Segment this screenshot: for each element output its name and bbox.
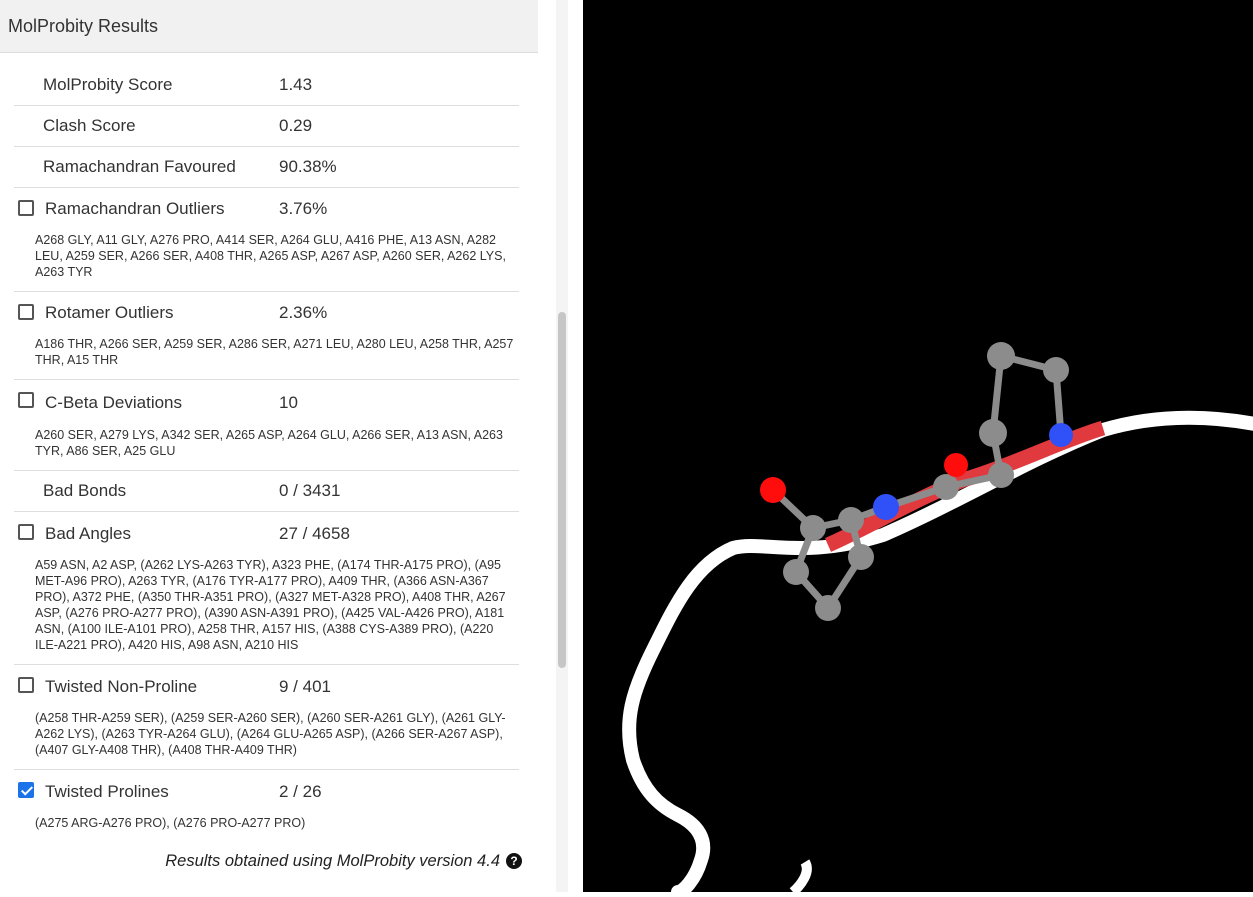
molecule-canvas[interactable] [583,0,1253,897]
ramachandran-outliers-checkbox[interactable] [18,200,34,216]
structure-viewer[interactable] [583,0,1253,897]
row-value: 0 / 3431 [279,481,341,500]
row-c-beta-deviations: C-Beta Deviations 10 A260 SER, A279 LYS,… [14,380,519,471]
row-ramachandran-favoured: Ramachandran Favoured 90.38% [14,147,519,188]
row-bad-angles: Bad Angles 27 / 4658 A59 ASN, A2 ASP, (A… [14,512,519,665]
rotamer-outliers-checkbox[interactable] [18,304,34,320]
row-ramachandran-outliers: Ramachandran Outliers 3.76% A268 GLY, A1… [14,188,519,292]
row-label[interactable]: Rotamer Outliers [14,303,279,323]
row-detail: A59 ASN, A2 ASP, (A262 LYS-A263 TYR), A3… [35,558,506,652]
bonds [769,352,1065,612]
row-value: 2.36% [279,303,328,322]
row-bad-bonds: Bad Bonds 0 / 3431 [14,471,519,512]
row-label: Ramachandran Favoured [43,157,236,176]
row-detail: (A258 THR-A259 SER), (A259 SER-A260 SER)… [35,711,506,757]
question-circle-icon[interactable]: ? [506,853,522,869]
row-label: MolProbity Score [43,74,173,94]
row-value: 2 / 26 [279,781,322,801]
row-value: 1.43 [279,74,313,94]
row-label[interactable]: C-Beta Deviations [14,393,279,413]
row-detail: (A275 ARG-A276 PRO), (A276 PRO-A277 PRO) [35,816,306,830]
row-rotamer-outliers: Rotamer Outliers 2.36% A186 THR, A266 SE… [14,292,519,380]
twisted-non-proline-checkbox[interactable] [18,677,34,693]
row-label[interactable]: Ramachandran Outliers [14,199,279,219]
row-molprobity-score: MolProbity Score 1.43 [14,64,519,106]
row-twisted-non-proline: Twisted Non-Proline 9 / 401 (A258 THR-A2… [14,665,519,770]
row-detail: A260 SER, A279 LYS, A342 SER, A265 ASP, … [35,428,503,458]
row-value: 3.76% [279,199,328,218]
twisted-prolines-checkbox[interactable] [18,782,34,798]
row-label: Clash Score [43,116,136,135]
version-footer: Results obtained using MolProbity versio… [0,852,522,871]
panel-header: MolProbity Results [0,0,538,53]
molprobity-panel: MolProbity Results MolProbity Score 1.43… [0,0,538,892]
row-label[interactable]: Twisted Non-Proline [14,677,279,697]
row-label[interactable]: Twisted Prolines [14,782,279,802]
panel-title: MolProbity Results [8,15,159,36]
row-value: 27 / 4658 [279,523,350,543]
row-label: Bad Bonds [43,481,127,500]
bad-angles-checkbox[interactable] [18,524,34,540]
row-detail: A268 GLY, A11 GLY, A276 PRO, A414 SER, A… [35,233,506,279]
row-value: 9 / 401 [279,676,331,696]
row-value: 90.38% [279,157,337,176]
results-list: MolProbity Score 1.43 Clash Score 0.29 R… [14,64,519,842]
row-clash-score: Clash Score 0.29 [14,106,519,147]
c-beta-deviations-checkbox[interactable] [18,392,34,408]
scrollbar-thumb[interactable] [558,312,566,668]
row-label[interactable]: Bad Angles [14,524,279,544]
row-value: 10 [279,392,298,412]
row-detail: A186 THR, A266 SER, A259 SER, A286 SER, … [35,337,514,367]
row-twisted-prolines: Twisted Prolines 2 / 26 (A275 ARG-A276 P… [14,770,519,842]
ribbon-fragment [789,859,812,896]
row-value: 0.29 [279,116,313,135]
footer-text: Results obtained using MolProbity versio… [165,852,500,870]
